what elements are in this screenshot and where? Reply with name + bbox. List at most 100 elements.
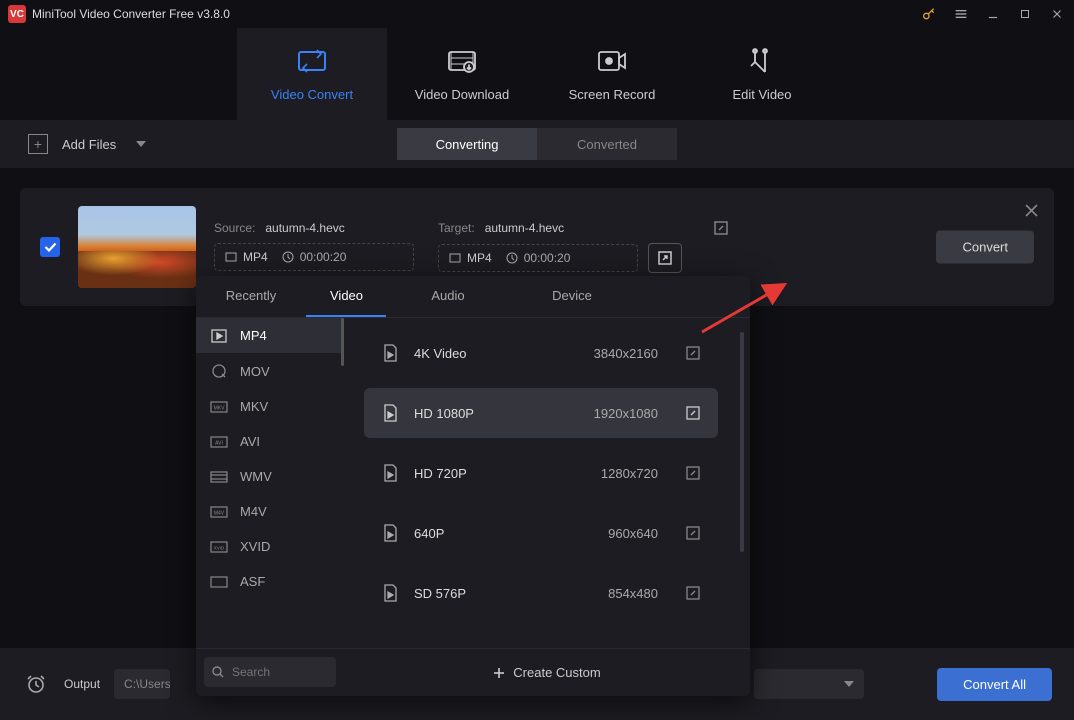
create-custom-label: Create Custom xyxy=(513,665,600,680)
schedule-icon[interactable] xyxy=(22,670,50,698)
download-icon xyxy=(447,47,477,75)
edit-preset-icon[interactable] xyxy=(686,406,700,420)
edit-preset-icon[interactable] xyxy=(686,526,700,540)
remove-file-icon[interactable] xyxy=(1025,204,1038,217)
minimize-icon[interactable] xyxy=(984,5,1002,23)
source-format: MP4 xyxy=(243,250,268,264)
target-filename: autumn-4.hevc xyxy=(485,221,564,235)
converting-tab[interactable]: Converting xyxy=(397,128,537,160)
play-icon xyxy=(382,584,400,602)
tab-device[interactable]: Device xyxy=(510,276,634,317)
edit-preset-icon[interactable] xyxy=(686,466,700,480)
svg-text:MKV: MKV xyxy=(214,405,226,411)
play-icon xyxy=(382,464,400,482)
format-label: M4V xyxy=(240,504,267,519)
svg-text:XVID: XVID xyxy=(214,545,225,550)
res-4k[interactable]: 4K Video 3840x2160 xyxy=(364,328,718,378)
res-name: HD 720P xyxy=(414,466,587,481)
m4v-icon: M4V xyxy=(210,506,228,518)
svg-text:AVI: AVI xyxy=(215,440,223,446)
format-label: ASF xyxy=(240,574,265,589)
res-640p[interactable]: 640P 960x640 xyxy=(364,508,718,558)
format-sidebar[interactable]: MP4 MOV MKVMKV AVIAVI WMV M4VM4V XVIDXVI… xyxy=(196,318,344,648)
format-label: MP4 xyxy=(240,328,267,343)
res-dims: 960x640 xyxy=(608,526,658,541)
mkv-icon: MKV xyxy=(210,401,228,413)
plus-icon: + xyxy=(28,134,48,154)
nav-label: Edit Video xyxy=(732,87,791,102)
output-path-field[interactable]: C:\Users xyxy=(114,669,170,699)
xvid-icon: XVID xyxy=(210,541,228,553)
res-576p[interactable]: SD 576P 854x480 xyxy=(364,568,718,618)
video-file-icon xyxy=(210,329,228,343)
add-files-button[interactable]: + Add Files xyxy=(28,134,146,154)
nav-video-download[interactable]: Video Download xyxy=(387,28,537,120)
format-avi[interactable]: AVIAVI xyxy=(196,424,344,459)
output-path-text: C:\Users xyxy=(124,677,170,691)
add-files-label: Add Files xyxy=(62,137,116,152)
convert-button[interactable]: Convert xyxy=(936,231,1034,264)
format-asf[interactable]: ASF xyxy=(196,564,344,599)
res-name: SD 576P xyxy=(414,586,594,601)
format-mp4[interactable]: MP4 xyxy=(196,318,344,353)
toolbar: + Add Files Converting Converted xyxy=(0,120,1074,168)
file-checkbox[interactable] xyxy=(40,237,60,257)
conversion-toggle: Converting Converted xyxy=(397,128,677,160)
close-icon[interactable] xyxy=(1048,5,1066,23)
popup-tabs: Recently Video Audio Device xyxy=(196,276,750,318)
format-mov[interactable]: MOV xyxy=(196,353,344,389)
target-format-expand-button[interactable] xyxy=(648,243,682,273)
edit-target-icon[interactable] xyxy=(714,221,728,235)
nav-video-convert[interactable]: Video Convert xyxy=(237,28,387,120)
tab-recently[interactable]: Recently xyxy=(196,276,306,317)
popup-footer: Create Custom xyxy=(196,648,750,696)
key-icon[interactable] xyxy=(920,5,938,23)
convert-all-button[interactable]: Convert All xyxy=(937,668,1052,701)
format-label: MKV xyxy=(240,399,268,414)
res-1080p[interactable]: HD 1080P 1920x1080 xyxy=(364,388,718,438)
tab-audio[interactable]: Audio xyxy=(386,276,510,317)
target-duration: 00:00:20 xyxy=(524,251,571,265)
format-label: WMV xyxy=(240,469,272,484)
target-info-box: MP4 00:00:20 xyxy=(438,244,638,272)
chevron-down-icon xyxy=(136,141,146,147)
edit-preset-icon[interactable] xyxy=(686,586,700,600)
target-label: Target: xyxy=(438,221,475,235)
record-icon xyxy=(597,47,627,75)
video-thumbnail[interactable] xyxy=(78,206,196,288)
tab-video[interactable]: Video xyxy=(306,276,386,317)
source-info-box: MP4 00:00:20 xyxy=(214,243,414,271)
avi-icon: AVI xyxy=(210,436,228,448)
nav-screen-record[interactable]: Screen Record xyxy=(537,28,687,120)
main-nav: Video Convert Video Download Screen Reco… xyxy=(0,28,1074,120)
res-name: 4K Video xyxy=(414,346,580,361)
play-icon xyxy=(382,344,400,362)
titlebar: VC MiniTool Video Converter Free v3.8.0 xyxy=(0,0,1074,28)
app-title: MiniTool Video Converter Free v3.8.0 xyxy=(32,7,230,21)
res-720p[interactable]: HD 720P 1280x720 xyxy=(364,448,718,498)
edit-preset-icon[interactable] xyxy=(686,346,700,360)
format-xvid[interactable]: XVID XVID xyxy=(196,529,344,564)
play-icon xyxy=(382,524,400,542)
maximize-icon[interactable] xyxy=(1016,5,1034,23)
play-icon xyxy=(382,404,400,422)
menu-icon[interactable] xyxy=(952,5,970,23)
nav-edit-video[interactable]: Edit Video xyxy=(687,28,837,120)
res-dims: 854x480 xyxy=(608,586,658,601)
format-wmv[interactable]: WMV xyxy=(196,459,344,494)
target-format: MP4 xyxy=(467,251,492,265)
format-m4v[interactable]: M4V M4V xyxy=(196,494,344,529)
resolution-list[interactable]: 4K Video 3840x2160 HD 1080P 1920x1080 HD… xyxy=(344,318,750,648)
source-duration: 00:00:20 xyxy=(300,250,347,264)
format-label: MOV xyxy=(240,364,270,379)
quicktime-icon xyxy=(210,363,228,379)
create-custom-button[interactable]: Create Custom xyxy=(344,649,750,696)
source-filename: autumn-4.hevc xyxy=(265,221,344,235)
nav-label: Screen Record xyxy=(569,87,656,102)
output-dropdown[interactable] xyxy=(754,669,864,699)
converted-tab[interactable]: Converted xyxy=(537,128,677,160)
res-dims: 3840x2160 xyxy=(594,346,658,361)
format-label: XVID xyxy=(240,539,270,554)
wmv-icon xyxy=(210,471,228,483)
format-mkv[interactable]: MKV MKV xyxy=(196,389,344,424)
